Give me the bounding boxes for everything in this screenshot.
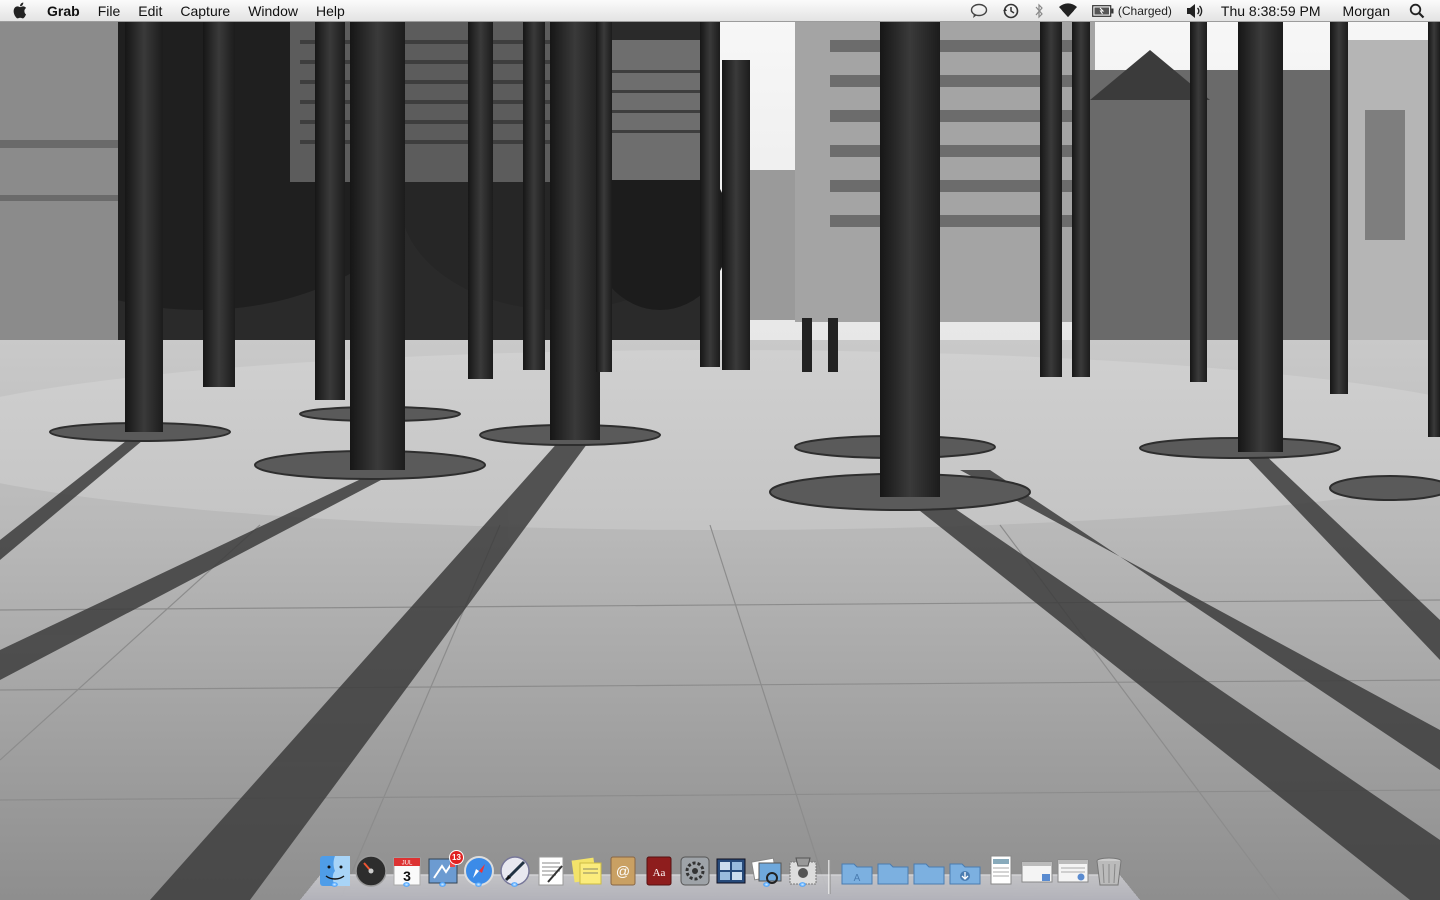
menu-capture[interactable]: Capture xyxy=(171,0,239,22)
user-menu[interactable]: Morgan xyxy=(1331,0,1402,22)
system-preferences-icon[interactable] xyxy=(678,854,712,888)
expose-spaces-icon[interactable] xyxy=(714,854,748,888)
battery-icon xyxy=(1091,4,1114,17)
downloads-folder-icon[interactable] xyxy=(948,854,982,888)
dictionary-text: Aa xyxy=(653,867,666,879)
battery-text: (Charged) xyxy=(1117,3,1172,18)
svg-text:A: A xyxy=(854,873,861,884)
script-editor-icon[interactable] xyxy=(498,854,532,888)
stickies-icon[interactable] xyxy=(570,854,604,888)
folder-icon[interactable] xyxy=(912,854,946,888)
documents-folder-icon[interactable] xyxy=(876,854,910,888)
mail-icon[interactable]: 13 xyxy=(426,850,464,888)
menu-bar: Grab File Edit Capture Window Help (Char… xyxy=(0,0,1440,22)
dictionary-icon[interactable]: Aa xyxy=(642,854,676,888)
desktop-wallpaper xyxy=(0,0,1440,900)
dock-divider xyxy=(828,860,831,894)
address-book-icon[interactable]: @ xyxy=(606,854,640,888)
ichat-status-icon[interactable] xyxy=(963,0,995,22)
ical-month: JUL xyxy=(402,861,413,867)
menu-window[interactable]: Window xyxy=(239,0,307,22)
menu-app-name[interactable]: Grab xyxy=(38,0,89,22)
apple-menu-icon[interactable] xyxy=(0,0,38,22)
preview-icon[interactable] xyxy=(750,854,784,888)
menu-file[interactable]: File xyxy=(89,0,130,22)
applications-folder-icon[interactable]: A xyxy=(840,854,874,888)
bluetooth-icon[interactable] xyxy=(1027,0,1051,22)
trash-icon[interactable] xyxy=(1092,854,1126,888)
svg-text:@: @ xyxy=(616,863,630,879)
battery-status[interactable]: (Charged) xyxy=(1085,0,1179,22)
volume-icon[interactable] xyxy=(1179,0,1211,22)
wifi-icon[interactable] xyxy=(1051,0,1085,22)
time-machine-icon[interactable] xyxy=(995,0,1027,22)
window-minimized-2-icon[interactable] xyxy=(1056,854,1090,888)
window-minimized-icon[interactable] xyxy=(1020,854,1054,888)
dashboard-icon[interactable] xyxy=(354,854,388,888)
ical-icon[interactable]: JUL 3 xyxy=(390,854,424,888)
menu-edit[interactable]: Edit xyxy=(129,0,171,22)
textedit-icon[interactable] xyxy=(534,854,568,888)
document-stack-icon[interactable] xyxy=(984,854,1018,888)
finder-icon[interactable] xyxy=(318,854,352,888)
spotlight-icon[interactable] xyxy=(1402,0,1432,22)
safari-icon[interactable] xyxy=(462,854,496,888)
menu-help[interactable]: Help xyxy=(307,0,354,22)
menu-clock[interactable]: Thu 8:38:59 PM xyxy=(1211,0,1331,22)
desktop[interactable] xyxy=(0,0,1440,900)
dock: JUL 3 13 @ Aa A xyxy=(300,848,1140,900)
grab-icon[interactable] xyxy=(786,854,820,888)
